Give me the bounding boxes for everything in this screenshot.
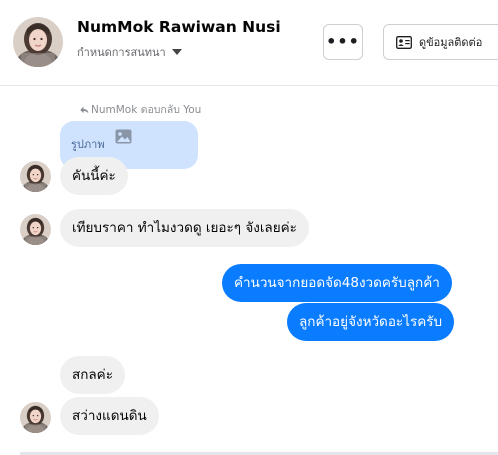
- sender-photo: [20, 402, 51, 433]
- caret-down-icon: [171, 49, 182, 55]
- avatar[interactable]: [20, 214, 51, 245]
- more-options-button[interactable]: •••: [323, 24, 363, 60]
- message-bubble-incoming[interactable]: สกลค่ะ: [60, 356, 125, 394]
- profile-photo: [13, 17, 63, 67]
- avatar[interactable]: [20, 161, 51, 192]
- avatar[interactable]: [13, 17, 63, 67]
- conversation-settings-dropdown[interactable]: กำหนดการสนทนา: [77, 43, 182, 61]
- message-bubble-incoming[interactable]: คันนี้ค่ะ: [60, 157, 128, 195]
- reply-indicator-text: NumMok ตอบกลับ You: [91, 104, 202, 116]
- reply-indicator: NumMok ตอบกลับ You: [80, 101, 201, 118]
- image-icon: [115, 129, 132, 144]
- conversation-settings-label: กำหนดการสนทนา: [77, 46, 166, 59]
- conversation-header: NumMok Rawiwan Nusi กำหนดการสนทนา ••• ดู…: [0, 0, 498, 86]
- contact-card-icon: [396, 35, 412, 49]
- avatar[interactable]: [20, 402, 51, 433]
- view-contact-info-label: ดูข้อมูลติดต่อ: [419, 36, 483, 49]
- more-dots-icon: •••: [326, 32, 360, 51]
- view-contact-info-button[interactable]: ดูข้อมูลติดต่อ: [383, 24, 498, 60]
- sender-photo: [20, 214, 51, 245]
- quoted-message-text: รูปภาพ: [71, 138, 105, 151]
- message-bubble-outgoing[interactable]: ลูกค้าอยู่จังหวัดอะไรครับ: [287, 303, 455, 341]
- reply-arrow-icon: [80, 106, 89, 113]
- message-bubble-incoming[interactable]: เทียบราคา ทำไมงวดดู เยอะๆ จังเลยค่ะ: [60, 209, 309, 247]
- message-bubble-incoming[interactable]: สว่างแดนดิน: [60, 397, 159, 435]
- contact-name[interactable]: NumMok Rawiwan Nusi: [77, 18, 281, 36]
- sender-photo: [20, 161, 51, 192]
- message-bubble-outgoing[interactable]: คำนวนจากยอดจัด48งวดครับลูกค้า: [222, 264, 452, 302]
